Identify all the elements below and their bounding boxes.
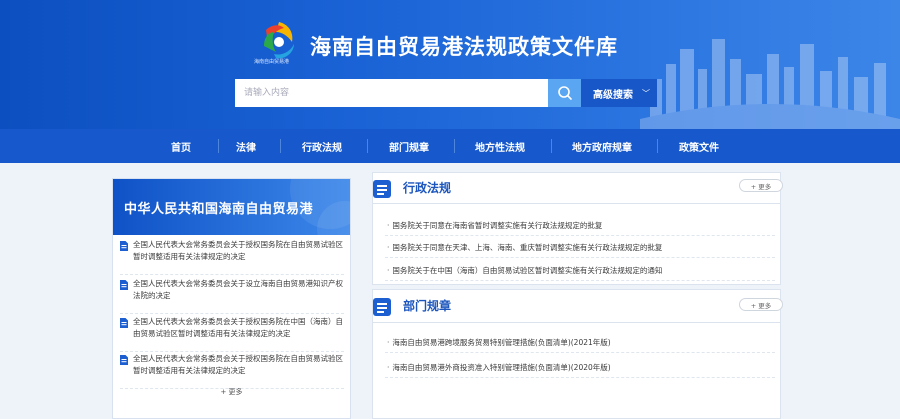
- list-icon: [373, 298, 391, 316]
- panel-banner[interactable]: 中华人民共和国海南自由贸易港: [113, 179, 350, 235]
- city-skyline-image: [640, 39, 900, 129]
- site-title: 海南自由贸易港法规政策文件库: [310, 35, 618, 59]
- search-input[interactable]: [235, 79, 548, 107]
- panel-banner-title: 中华人民共和国海南自由贸易港: [124, 202, 314, 217]
- list-icon: [373, 180, 391, 198]
- advanced-search-label: 高级搜索: [593, 89, 633, 101]
- chevron-down-icon: ﹀: [642, 88, 650, 98]
- nav-item-home[interactable]: 首页: [171, 129, 191, 163]
- section-department-rules: 部门规章 + 更多 海南自由贸易港跨境服务贸易特别管理措施(负面清单)(2021…: [372, 289, 783, 419]
- list-item[interactable]: 全国人民代表大会常务委员会关于设立海南自由贸易港知识产权法院的决定: [120, 278, 344, 314]
- nav-divider: [454, 139, 455, 153]
- nav-item-administrative-regulations[interactable]: 行政法规: [302, 129, 342, 163]
- list-item[interactable]: 国务院关于同意在海南省暂时调整实施有关行政法规规定的批复: [385, 215, 775, 236]
- section-divider: [373, 203, 780, 204]
- section-divider: [373, 322, 780, 323]
- list-item-text: 全国人民代表大会常务委员会关于设立海南自由贸易港知识产权法院的决定: [133, 279, 343, 300]
- section-more-button[interactable]: + 更多: [739, 179, 783, 192]
- advanced-search-button[interactable]: 高级搜索 ﹀: [581, 79, 657, 107]
- nav-divider: [657, 139, 658, 153]
- nav-item-local-government-rules[interactable]: 地方政府规章: [572, 129, 632, 163]
- search-icon: [557, 86, 572, 100]
- list-item[interactable]: 国务院关于在中国（海南）自由贸易试验区暂时调整实施有关行政法规规定的通知: [385, 260, 775, 281]
- nav-item-policy-documents[interactable]: 政策文件: [679, 129, 719, 163]
- nav-item-local-regulations[interactable]: 地方性法规: [475, 129, 525, 163]
- document-icon: [120, 280, 128, 290]
- document-icon: [120, 355, 128, 365]
- nav-divider: [218, 139, 219, 153]
- nav-divider: [551, 139, 552, 153]
- nav-item-department-rules[interactable]: 部门规章: [389, 129, 429, 163]
- nav-divider: [280, 139, 281, 153]
- free-trade-port-law-panel: 中华人民共和国海南自由贸易港 全国人民代表大会常务委员会关于授权国务院在自由贸易…: [112, 178, 351, 419]
- list-item[interactable]: 全国人民代表大会常务委员会关于授权国务院在自由贸易试验区暂时调整适用有关法律规定…: [120, 353, 344, 389]
- section-more-button[interactable]: + 更多: [739, 298, 783, 311]
- search-button[interactable]: [548, 79, 581, 107]
- section-administrative-regulations: 行政法规 + 更多 国务院关于同意在海南省暂时调整实施有关行政法规规定的批复 国…: [372, 172, 783, 285]
- list-item[interactable]: 海南自由贸易港跨境服务贸易特别管理措施(负面清单)(2021年版): [385, 332, 775, 353]
- logo-subtitle: 海南自由贸易港: [254, 59, 290, 65]
- header-banner: 海南自由贸易港 海南自由贸易港法规政策文件库 高级搜索 ﹀: [0, 0, 900, 129]
- list-item-text: 全国人民代表大会常务委员会关于授权国务院在自由贸易试验区暂时调整适用有关法律规定…: [133, 240, 343, 261]
- list-item[interactable]: 全国人民代表大会常务委员会关于授权国务院在自由贸易试验区暂时调整适用有关法律规定…: [120, 239, 344, 275]
- list-item[interactable]: 国务院关于同意在天津、上海、海南、重庆暂时调整实施有关行政法规规定的批复: [385, 237, 775, 258]
- list-item[interactable]: 全国人民代表大会常务委员会关于授权国务院在中国（海南）自由贸易试验区暂时调整适用…: [120, 316, 344, 352]
- nav-divider: [367, 139, 368, 153]
- document-icon: [120, 318, 128, 328]
- list-item-text: 全国人民代表大会常务委员会关于授权国务院在自由贸易试验区暂时调整适用有关法律规定…: [133, 354, 343, 375]
- list-item[interactable]: 海南自由贸易港外商投资准入特别管理措施(负面清单)(2020年版): [385, 357, 775, 378]
- left-more-link[interactable]: + 更多: [113, 387, 350, 397]
- section-title: 行政法规: [403, 181, 452, 195]
- section-title: 部门规章: [403, 299, 452, 313]
- nav-item-law[interactable]: 法律: [236, 129, 256, 163]
- main-nav: 首页 法律 行政法规 部门规章 地方性法规 地方政府规章 政策文件: [0, 129, 900, 163]
- list-item-text: 全国人民代表大会常务委员会关于授权国务院在中国（海南）自由贸易试验区暂时调整适用…: [133, 317, 343, 338]
- document-icon: [120, 241, 128, 251]
